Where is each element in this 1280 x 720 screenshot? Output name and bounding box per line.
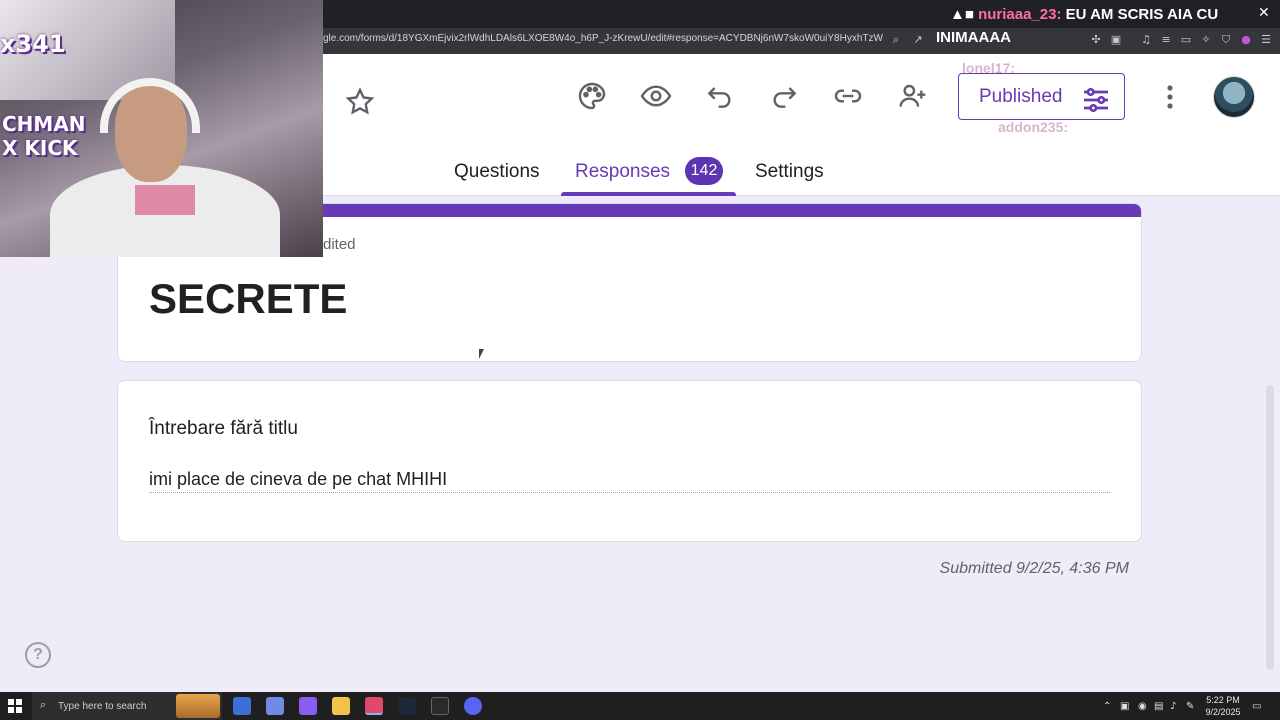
responses-count-badge: 142	[685, 157, 723, 185]
tray-app-icon[interactable]: ▣	[1120, 701, 1129, 712]
undo-icon[interactable]	[704, 80, 736, 112]
publish-settings-icon[interactable]	[1080, 84, 1108, 112]
link-icon[interactable]	[832, 80, 864, 112]
active-tab-indicator	[561, 192, 736, 196]
clock-time: 5:22 PM	[1206, 695, 1240, 705]
task-view-icon[interactable]	[233, 697, 251, 715]
star-icon[interactable]	[344, 86, 376, 118]
form-title: SECRETE	[149, 275, 348, 322]
wallet-icon[interactable]: ▭	[1178, 32, 1194, 48]
extension-icon[interactable]: ✣	[1088, 32, 1104, 48]
extension-icon-2[interactable]: ▣	[1108, 32, 1124, 48]
chat-badge-icon: ▲■	[950, 6, 979, 23]
address-bar[interactable]: gle.com/forms/d/18YGXmEjvix2rlWdhLDAls6L…	[323, 33, 883, 44]
streamer-webcam: x341 CHMAN X KICK	[0, 0, 323, 257]
news-widget-icon[interactable]	[176, 694, 220, 718]
palette-icon[interactable]	[576, 80, 608, 112]
help-icon[interactable]: ?	[25, 642, 51, 668]
chat-message-top: ▲■ nuriaaa_23: EU AM SCRIS AIA CU	[950, 6, 1218, 23]
taskbar-clock[interactable]: 5:22 PM 9/2/2025	[1203, 694, 1243, 718]
account-avatar[interactable]	[1213, 76, 1255, 118]
copilot-icon[interactable]	[266, 697, 284, 715]
chat-message: EU AM SCRIS AIA CU	[1065, 6, 1219, 23]
taskbar-search-placeholder: Type here to search	[58, 701, 147, 712]
steam-icon[interactable]	[398, 697, 416, 715]
share-icon[interactable]: ↗	[910, 32, 926, 48]
preview-eye-icon[interactable]	[640, 80, 672, 112]
response-answer: imi place de cineva de pe chat MHIHI	[149, 469, 448, 489]
clock-date: 9/2/2025	[1205, 707, 1241, 717]
reading-list-icon[interactable]: ≡	[1158, 32, 1174, 48]
pen-icon[interactable]: ✎	[1186, 701, 1194, 712]
add-collaborator-icon[interactable]	[896, 80, 928, 112]
shield-icon[interactable]: ⛉	[1218, 32, 1234, 48]
app-icon[interactable]	[299, 697, 317, 715]
page-scrollbar[interactable]	[1266, 385, 1274, 670]
profile-icon[interactable]: ●	[1238, 32, 1254, 48]
tab-responses[interactable]: Responses	[575, 161, 670, 183]
notification-icon[interactable]: ▭	[1252, 701, 1261, 712]
chat-faded-user-2: addon235:	[998, 119, 1069, 135]
browser-app-icon[interactable]	[365, 697, 383, 715]
windows-start-icon[interactable]	[8, 699, 22, 713]
discord-icon[interactable]	[464, 697, 482, 715]
more-options-icon[interactable]	[1160, 82, 1180, 112]
volume-icon[interactable]: ♪	[1170, 701, 1176, 712]
redo-icon[interactable]	[768, 80, 800, 112]
question-card	[117, 380, 1142, 542]
mouse-cursor-icon	[479, 349, 484, 359]
tray-app-icon-2[interactable]: ◉	[1138, 701, 1147, 712]
submitted-timestamp: Submitted 9/2/25, 4:36 PM	[939, 560, 1129, 577]
zoom-icon[interactable]: ⌕	[888, 32, 904, 48]
chat-username: nuriaaa_23:	[978, 6, 1062, 23]
media-icon[interactable]: ♫	[1138, 32, 1154, 48]
app-icon-2[interactable]	[431, 697, 449, 715]
sparkle-icon[interactable]: ✧	[1198, 32, 1214, 48]
search-icon: ⌕	[40, 699, 47, 711]
network-icon[interactable]: ▤	[1154, 701, 1163, 712]
file-explorer-icon[interactable]	[332, 697, 350, 715]
tab-questions[interactable]: Questions	[454, 161, 540, 183]
answer-underline	[149, 492, 1110, 493]
chat-faded-user-1: lonel17:	[962, 60, 1015, 76]
question-title: Întrebare fără titlu	[149, 418, 298, 439]
webcam-counter: x341	[0, 30, 66, 58]
chat-message-continuation: INIMAAAA	[936, 29, 1011, 46]
menu-icon[interactable]: ☰	[1258, 32, 1274, 48]
edited-label: dited	[323, 236, 356, 253]
tab-settings[interactable]: Settings	[755, 161, 824, 183]
tray-chevron-icon[interactable]: ⌃	[1103, 701, 1111, 712]
webcam-side-text: CHMAN X KICK	[2, 112, 86, 160]
webcam-shirt-print	[135, 185, 195, 215]
close-icon[interactable]: ✕	[1258, 4, 1270, 21]
